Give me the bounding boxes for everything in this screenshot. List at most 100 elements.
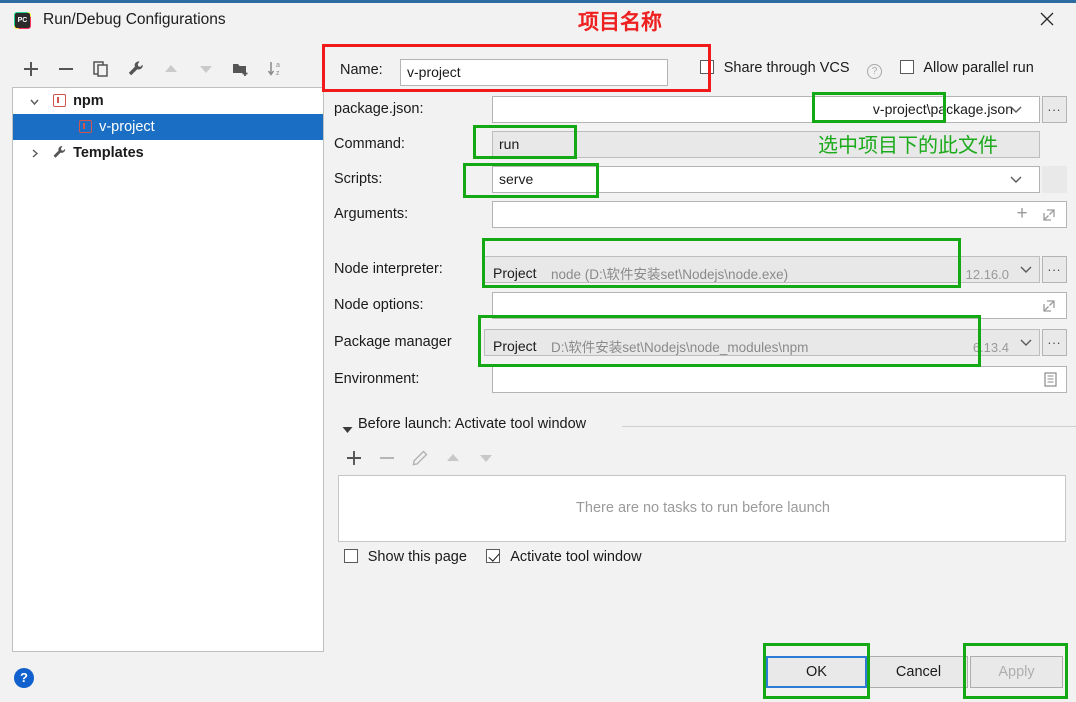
environment-variables-icon[interactable] [1040, 366, 1060, 393]
scripts-combo[interactable]: serve [492, 166, 1040, 193]
move-down-button[interactable] [191, 54, 221, 84]
name-row: Name: v-project [334, 56, 674, 88]
before-launch-empty-text: There are no tasks to run before launch [576, 500, 830, 516]
configuration-form: package.json: v-project\package.json ...… [332, 88, 1067, 652]
node-interpreter-path: node (D:\软件安装set\Nodejs\node.exe) [551, 267, 789, 282]
node-interpreter-scope: Project [493, 265, 537, 281]
ok-button[interactable]: OK [766, 656, 867, 688]
name-input[interactable]: v-project [400, 59, 668, 86]
chevron-down-icon[interactable] [1014, 329, 1038, 356]
node-options-input[interactable] [492, 292, 1067, 319]
run-debug-configurations-dialog: Run/Debug Configurations [0, 0, 1076, 702]
expand-arguments-icon[interactable] [1038, 201, 1060, 228]
package-manager-label: Package manager [334, 334, 452, 350]
tree-node-label: npm [73, 93, 104, 110]
scripts-label: Scripts: [334, 171, 383, 187]
arguments-input[interactable] [492, 201, 1067, 228]
activate-tool-window-checkbox[interactable] [486, 549, 501, 563]
expand-node-options-icon[interactable] [1038, 292, 1060, 319]
command-row: Command: run [332, 131, 1066, 161]
before-launch-header: Before launch: Activate tool window [332, 416, 1076, 437]
chevron-down-icon[interactable] [23, 88, 45, 114]
arguments-label: Arguments: [334, 206, 409, 222]
tree-node-npm[interactable]: npm [13, 88, 323, 114]
node-interpreter-label: Node interpreter: [334, 261, 443, 277]
add-argument-icon[interactable]: + [1012, 201, 1032, 228]
command-label: Command: [334, 136, 405, 152]
scripts-row: Scripts: serve [332, 166, 1067, 196]
close-icon[interactable] [1030, 4, 1064, 34]
svg-text:a: a [276, 62, 280, 69]
command-combo[interactable]: run [492, 131, 1040, 158]
new-folder-button[interactable] [226, 54, 256, 84]
cancel-button[interactable]: Cancel [869, 656, 968, 688]
pycharm-icon [14, 12, 31, 29]
node-interpreter-row: Node interpreter: Project node (D:\软件安装s… [332, 256, 1067, 286]
title-bar: Run/Debug Configurations [0, 0, 1076, 40]
package-manager-row: Package manager Project D:\软件安装set\Nodej… [332, 329, 1067, 359]
node-interpreter-version: 12.16.0 [965, 267, 1009, 282]
environment-label: Environment: [334, 371, 420, 387]
chevron-down-icon[interactable] [1004, 96, 1028, 123]
package-manager-scope: Project [493, 338, 537, 354]
edit-task-button[interactable] [404, 443, 437, 471]
chevron-down-icon[interactable] [1004, 166, 1028, 193]
package-json-label: package.json: [334, 101, 424, 117]
node-options-row: Node options: [332, 292, 1067, 322]
triangle-down-icon[interactable] [342, 422, 353, 437]
move-up-button[interactable] [156, 54, 186, 84]
vcs-options: Share through VCS ? Allow parallel run [700, 60, 1034, 79]
configurations-tree[interactable]: npm v-project Templates [12, 87, 324, 652]
add-task-button[interactable] [338, 443, 371, 471]
before-launch-task-list[interactable]: There are no tasks to run before launch [338, 475, 1066, 542]
activate-tool-window-label: Activate tool window [510, 549, 642, 565]
package-json-combo[interactable]: v-project\package.json [492, 96, 1040, 123]
tree-node-label: v-project [99, 119, 155, 136]
package-manager-browse-button[interactable]: ... [1042, 329, 1067, 356]
node-interpreter-browse-button[interactable]: ... [1042, 256, 1067, 283]
copy-configuration-button[interactable] [86, 54, 116, 84]
chevron-right-icon[interactable] [23, 140, 45, 166]
tree-node-templates[interactable]: Templates [13, 140, 323, 166]
remove-task-button[interactable] [371, 443, 404, 471]
task-move-up-button[interactable] [437, 443, 470, 471]
node-interpreter-combo[interactable]: Project node (D:\软件安装set\Nodejs\node.exe… [484, 256, 1040, 283]
task-move-down-button[interactable] [470, 443, 503, 471]
remove-configuration-button[interactable] [51, 54, 81, 84]
package-manager-combo[interactable]: Project D:\软件安装set\Nodejs\node_modules\n… [484, 329, 1040, 356]
before-launch-toolbar [338, 443, 598, 471]
environment-input[interactable] [492, 366, 1067, 393]
package-manager-version: 6.13.4 [972, 340, 1009, 355]
sort-button[interactable]: a z [261, 54, 291, 84]
add-configuration-button[interactable] [16, 54, 46, 84]
npm-icon [75, 114, 95, 140]
before-launch-title: Before launch: Activate tool window [358, 416, 587, 432]
name-label: Name: [340, 62, 383, 78]
tree-node-label: Templates [73, 145, 144, 162]
npm-icon [49, 88, 69, 114]
vcs-help-icon[interactable]: ? [867, 64, 883, 79]
section-divider [622, 426, 1076, 427]
node-options-label: Node options: [334, 297, 424, 313]
edit-templates-button[interactable] [121, 54, 151, 84]
share-through-vcs-label: Share through VCS [723, 60, 850, 76]
bottom-options: Show this page Activate tool window [344, 549, 642, 565]
apply-button[interactable]: Apply [970, 656, 1063, 688]
help-icon[interactable]: ? [14, 668, 34, 688]
package-json-browse-button[interactable]: ... [1042, 96, 1067, 123]
svg-text:z: z [276, 70, 280, 77]
window-title: Run/Debug Configurations [43, 11, 226, 28]
show-this-page-label: Show this page [367, 549, 467, 565]
show-this-page-checkbox[interactable] [344, 549, 358, 563]
wrench-icon [49, 140, 69, 166]
arguments-row: Arguments: + [332, 201, 1067, 231]
scripts-browse-placeholder [1042, 166, 1067, 193]
environment-row: Environment: [332, 366, 1067, 396]
package-manager-path: D:\软件安装set\Nodejs\node_modules\npm [551, 340, 809, 355]
configurations-toolbar: a z [12, 54, 324, 87]
allow-parallel-run-checkbox[interactable] [899, 60, 914, 74]
chevron-down-icon[interactable] [1014, 256, 1038, 283]
tree-node-v-project[interactable]: v-project [13, 114, 323, 140]
share-through-vcs-checkbox[interactable] [700, 60, 714, 74]
package-json-row: package.json: v-project\package.json ... [332, 96, 1067, 126]
